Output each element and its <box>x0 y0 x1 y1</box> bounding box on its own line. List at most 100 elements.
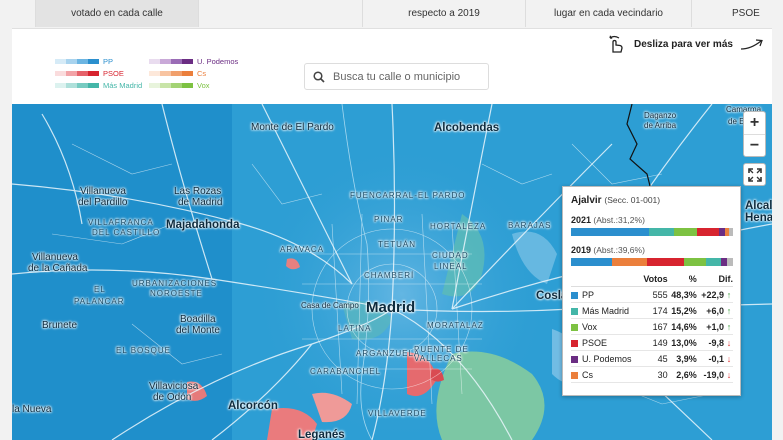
place-monte-de-el-pardo: Monte de El Pardo <box>251 122 334 133</box>
popup-year-2021: 2021 (Abst.:31,2%) <box>571 215 732 225</box>
party-swatch <box>571 371 578 379</box>
district-barajas: BARAJAS <box>508 221 552 230</box>
bar-segment <box>727 258 733 266</box>
year-2019-label: 2019 <box>571 245 592 255</box>
tab-lugar-en-cada-vecindario[interactable]: lugar en cada vecindario <box>526 0 692 27</box>
bar-segment <box>706 258 721 266</box>
legend-label: Más Madrid <box>103 81 143 90</box>
place-madrid: Madrid <box>366 299 416 316</box>
results-bar-2021 <box>571 228 733 236</box>
legend-item: Vox <box>149 81 210 90</box>
place-alcorcon: Alcorcón <box>228 400 278 412</box>
popup-year-2019: 2019 (Abst.:39,6%) <box>571 245 732 255</box>
results-bar-2019 <box>571 258 733 266</box>
party-swatch <box>571 307 578 315</box>
arrow-up-icon: ↑ <box>726 289 732 300</box>
district-el-palancar-2: PALANCAR <box>74 297 125 306</box>
votes-cell: 30 <box>639 366 668 383</box>
legend-label: Vox <box>197 81 210 90</box>
place-boadilla-2: del Monte <box>176 325 220 336</box>
diff-value: +6,0 <box>706 305 724 316</box>
party-cell: Más Madrid <box>571 302 640 319</box>
bar-segment <box>647 258 685 266</box>
zoom-out-button[interactable]: − <box>744 134 765 156</box>
arrow-down-icon: ↓ <box>726 337 732 348</box>
col-pct: % <box>667 272 697 287</box>
percent-cell: 15,2% <box>667 302 697 319</box>
party-swatch <box>571 339 578 347</box>
swipe-hint: Desliza para ver más <box>606 34 767 54</box>
swipe-arrow-icon <box>740 39 763 50</box>
place-villanueva-del-pardillo: Villanueva <box>80 186 126 197</box>
tab-psoe[interactable]: PSOE <box>692 0 783 27</box>
search-box[interactable] <box>304 63 489 90</box>
party-name: PSOE <box>582 337 608 348</box>
page: votado en cada calle respecto a 2019 lug… <box>0 0 783 440</box>
diff-value: -9,8 <box>708 337 724 348</box>
party-cell: U. Podemos <box>571 350 640 367</box>
bar-segment <box>571 228 650 236</box>
district-puente-de-vallecas-2: VALLECAS <box>414 354 463 363</box>
place-villaviciosa: Villaviciosa <box>149 381 199 392</box>
fullscreen-button[interactable] <box>743 163 766 186</box>
district-hortaleza: HORTALEZA <box>430 222 487 231</box>
arrow-down-icon: ↓ <box>726 353 732 364</box>
percent-cell: 2,6% <box>667 366 697 383</box>
place-daganzo-de-arriba: de Arriba <box>644 121 677 130</box>
party-swatch <box>571 291 578 299</box>
votes-cell: 149 <box>639 334 668 351</box>
place-villanueva-del-pardillo-2: del Pardillo <box>78 197 128 208</box>
table-row: Cs 30 2,6% -19,0 ↓ <box>571 366 733 383</box>
diff-value: -19,0 <box>703 369 724 380</box>
legend-item: PSOE <box>55 69 124 78</box>
legend-item: PP <box>55 57 113 66</box>
search-input[interactable] <box>333 70 483 83</box>
place-las-rozas: Las Rozas <box>174 186 222 197</box>
district-arganzuela: ARGANZUELA <box>356 349 421 358</box>
diff-value: -0,1 <box>708 353 724 364</box>
diff-cell: +22,9 ↑ <box>696 286 733 303</box>
district-latina: LATINA <box>338 324 372 333</box>
place-majadahonda: Majadahonda <box>166 219 240 231</box>
percent-cell: 14,6% <box>667 318 697 335</box>
party-name: Cs <box>582 369 593 380</box>
diff-cell: -19,0 ↓ <box>696 366 733 383</box>
party-name: Vox <box>582 321 598 332</box>
place-alcala: Alcal <box>745 200 772 212</box>
percent-cell: 48,3% <box>667 286 697 303</box>
party-name: U. Podemos <box>582 353 632 364</box>
diff-cell: +6,0 ↑ <box>696 302 733 319</box>
district-pinar: PINAR <box>374 215 404 224</box>
district-ciudad-lineal: CIUDAD <box>432 251 469 260</box>
bar-segment <box>612 258 648 266</box>
votes-cell: 167 <box>639 318 668 335</box>
fullscreen-icon <box>747 167 762 182</box>
diff-value: +1,0 <box>706 321 724 332</box>
table-row: Vox 167 14,6% +1,0 ↑ <box>571 318 733 335</box>
zoom-in-button[interactable]: + <box>744 112 765 134</box>
district-villafranca-2: DEL CASTILLO <box>92 228 161 237</box>
district-fuencarral: FUENCARRAL-EL PARDO <box>350 191 466 200</box>
legend-swatch <box>55 71 99 76</box>
section-popup: Ajalvir (Secc. 01-001) 2021 (Abst.:31,2%… <box>562 186 741 396</box>
tab-votado-en-cada-calle[interactable]: votado en cada calle <box>35 0 199 27</box>
percent-cell: 3,9% <box>667 350 697 367</box>
district-el-bosque: EL BOSQUE <box>116 346 171 355</box>
votes-cell: 174 <box>639 302 668 319</box>
bar-segment <box>673 228 698 236</box>
legend-item: Más Madrid <box>55 81 142 90</box>
legend-label: PP <box>103 57 114 66</box>
col-dif: Dif. <box>696 272 733 287</box>
bar-segment <box>684 258 707 266</box>
district-carabanchel: CARABANCHEL <box>310 367 382 376</box>
tab-bar: votado en cada calle respecto a 2019 lug… <box>0 0 783 28</box>
legend-label: U. Podemos <box>197 57 239 66</box>
tab-respecto-a-2019[interactable]: respecto a 2019 <box>362 0 526 27</box>
popup-section-code: (Secc. 01-001) <box>604 195 661 205</box>
district-el-palancar: EL <box>94 285 106 294</box>
party-cell: PSOE <box>571 334 640 351</box>
table-row: Más Madrid 174 15,2% +6,0 ↑ <box>571 302 733 319</box>
votes-cell: 45 <box>639 350 668 367</box>
search-icon <box>313 70 325 83</box>
votes-cell: 555 <box>639 286 668 303</box>
